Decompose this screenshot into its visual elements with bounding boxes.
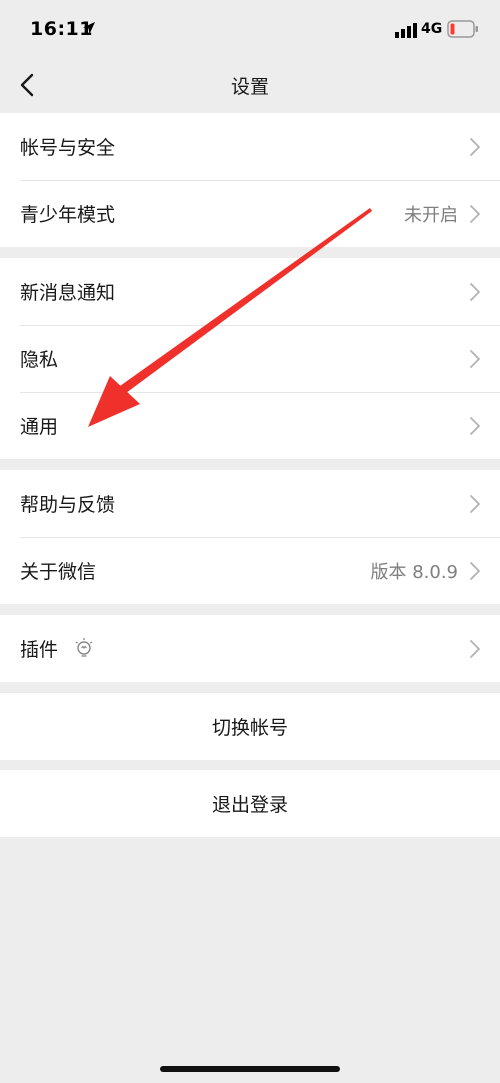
- network-type: 4G: [421, 21, 443, 37]
- battery-icon: [447, 20, 478, 38]
- logout-label: 退出登录: [211, 794, 288, 816]
- logout-button[interactable]: 退出登录: [0, 770, 500, 837]
- chevron-right-icon: [470, 283, 480, 301]
- settings-item-label: 青少年模式: [20, 204, 116, 226]
- settings-item-notifications[interactable]: 新消息通知: [0, 258, 500, 325]
- chevron-right-icon: [470, 205, 480, 223]
- settings-item-plugins[interactable]: 插件: [0, 615, 500, 682]
- settings-item-label: 隐私: [20, 349, 59, 371]
- settings-item-label: 帐号与安全: [20, 137, 116, 159]
- app-version: 版本 8.0.9: [370, 562, 458, 583]
- settings-item-help-feedback[interactable]: 帮助与反馈: [0, 470, 500, 537]
- settings-item-privacy[interactable]: 隐私: [0, 325, 500, 392]
- page-title: 设置: [230, 76, 269, 98]
- settings-group-account: 帐号与安全 青少年模式 未开启: [0, 113, 500, 247]
- nav-bar: 设置: [0, 60, 500, 110]
- settings-item-label: 通用: [20, 416, 59, 438]
- switch-account-label: 切换帐号: [211, 717, 288, 739]
- chevron-right-icon: [470, 138, 480, 156]
- settings-group-help: 帮助与反馈 关于微信 版本 8.0.9: [0, 470, 500, 604]
- plugin-bulb-icon: [75, 638, 93, 657]
- switch-account-button[interactable]: 切换帐号: [0, 693, 500, 760]
- settings-item-about[interactable]: 关于微信 版本 8.0.9: [0, 537, 500, 604]
- chevron-right-icon: [470, 350, 480, 368]
- settings-item-general[interactable]: 通用: [0, 392, 500, 459]
- youth-mode-status: 未开启: [404, 205, 458, 226]
- settings-item-account-security[interactable]: 帐号与安全: [0, 113, 500, 180]
- status-bar: 16:11 4G: [0, 0, 500, 60]
- location-arrow-icon: [83, 22, 95, 34]
- chevron-right-icon: [470, 640, 480, 658]
- settings-group-general: 新消息通知 隐私 通用: [0, 258, 500, 459]
- chevron-right-icon: [470, 562, 480, 580]
- settings-group-plugins: 插件: [0, 615, 500, 682]
- signal-icon: [395, 23, 417, 38]
- home-indicator: [160, 1066, 340, 1072]
- settings-item-label: 关于微信: [20, 561, 97, 583]
- settings-item-label: 帮助与反馈: [20, 494, 116, 516]
- settings-item-youth-mode[interactable]: 青少年模式 未开启: [0, 180, 500, 247]
- settings-item-label: 插件: [20, 639, 59, 661]
- settings-item-label: 新消息通知: [20, 282, 116, 304]
- chevron-right-icon: [470, 417, 480, 435]
- chevron-right-icon: [470, 495, 480, 513]
